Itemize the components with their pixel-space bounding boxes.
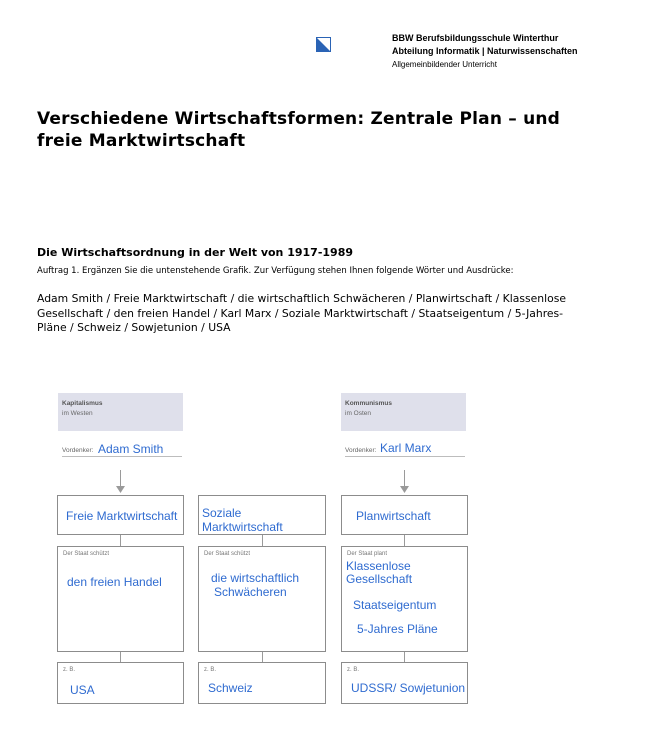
middle-state-box[interactable]: Der Staat schützt die wirtschaftlich Sch… xyxy=(198,546,326,652)
word-bank-line-1: Adam Smith / Freie Marktwirtschaft / die… xyxy=(37,292,566,305)
middle-connector-2 xyxy=(262,652,263,662)
left-connector-2 xyxy=(120,652,121,662)
right-connector-2 xyxy=(404,652,405,662)
middle-example-label: z. B. xyxy=(204,667,217,673)
department-name: Abteilung Informatik | Naturwissenschaft… xyxy=(392,46,578,56)
left-thinker-value: Adam Smith xyxy=(98,442,164,456)
capitalism-subtitle: im Westen xyxy=(62,410,93,417)
zurich-canton-shield-icon xyxy=(316,37,331,52)
left-system-value: Freie Marktwirtschaft xyxy=(66,509,178,523)
word-bank-line-3: Pläne / Schweiz / Sowjetunion / USA xyxy=(37,321,231,334)
section-heading: Die Wirtschaftsordnung in der Welt von 1… xyxy=(37,246,354,259)
capitalism-header: Kapitalismus im Westen xyxy=(58,393,183,431)
right-state-label: Der Staat plant xyxy=(347,551,388,557)
communism-title: Kommunismus xyxy=(345,400,392,407)
right-thinker-value: Karl Marx xyxy=(380,441,432,455)
middle-state-value-line-1: die wirtschaftlich xyxy=(211,571,300,585)
right-thinker-field[interactable]: Vordenker: Karl Marx xyxy=(345,440,465,457)
left-example-box[interactable]: z. B. USA xyxy=(57,662,184,704)
left-system-box[interactable]: Freie Marktwirtschaft xyxy=(57,495,184,535)
left-state-label: Der Staat schützt xyxy=(63,551,110,557)
word-bank: Adam Smith / Freie Marktwirtschaft / die… xyxy=(37,292,627,336)
right-thinker-label: Vordenker: xyxy=(345,447,377,454)
right-system-value: Planwirtschaft xyxy=(356,509,431,523)
right-connector-1 xyxy=(404,535,405,546)
left-thinker-label: Vordenker: xyxy=(62,447,94,454)
title-line-2: freie Marktwirtschaft xyxy=(37,131,246,151)
left-example-label: z. B. xyxy=(63,667,76,673)
page-title: Verschiedene Wirtschaftsformen: Zentrale… xyxy=(37,108,637,152)
right-state-value-1a: Klassenlose xyxy=(346,559,411,573)
left-example-value: USA xyxy=(70,683,95,697)
left-thinker-field[interactable]: Vordenker: Adam Smith xyxy=(62,440,182,457)
school-name: BBW Berufsbildungsschule Winterthur xyxy=(392,33,559,43)
middle-system-value: Soziale Marktwirtschaft xyxy=(202,506,283,534)
left-state-value: den freien Handel xyxy=(67,575,162,589)
middle-example-value: Schweiz xyxy=(208,681,253,695)
capitalism-title: Kapitalismus xyxy=(62,400,103,407)
right-example-label: z. B. xyxy=(347,667,360,673)
middle-state-value-line-2: Schwächeren xyxy=(214,585,287,599)
arrow-down-icon xyxy=(116,486,125,493)
right-state-box[interactable]: Der Staat plant Klassenlose Gesellschaft… xyxy=(341,546,468,652)
left-state-box[interactable]: Der Staat schützt den freien Handel xyxy=(57,546,184,652)
middle-state-label: Der Staat schützt xyxy=(204,551,251,557)
task-instruction: Auftrag 1. Ergänzen Sie die untenstehend… xyxy=(37,266,514,276)
right-state-value-3: 5-Jahres Pläne xyxy=(357,622,438,636)
middle-connector-1 xyxy=(262,535,263,546)
middle-system-box[interactable]: Soziale Marktwirtschaft xyxy=(198,495,326,535)
word-bank-line-2: Gesellschaft / den freien Handel / Karl … xyxy=(37,306,564,320)
right-state-value-2: Staatseigentum xyxy=(353,598,437,612)
course-name: Allgemeinbildender Unterricht xyxy=(392,60,497,69)
communism-subtitle: im Osten xyxy=(345,410,372,417)
title-line-1: Verschiedene Wirtschaftsformen: Zentrale… xyxy=(37,109,561,129)
right-state-value-1b: Gesellschaft xyxy=(346,572,413,586)
right-example-box[interactable]: z. B. UDSSR/ Sowjetunion xyxy=(341,662,468,704)
left-connector-1 xyxy=(120,535,121,546)
middle-example-box[interactable]: z. B. Schweiz xyxy=(198,662,326,704)
right-system-box[interactable]: Planwirtschaft xyxy=(341,495,468,535)
right-example-value: UDSSR/ Sowjetunion xyxy=(351,681,466,695)
arrow-down-icon xyxy=(400,486,409,493)
communism-header: Kommunismus im Osten xyxy=(341,393,466,431)
school-letterhead: BBW Berufsbildungsschule Winterthur Abte… xyxy=(392,32,578,71)
